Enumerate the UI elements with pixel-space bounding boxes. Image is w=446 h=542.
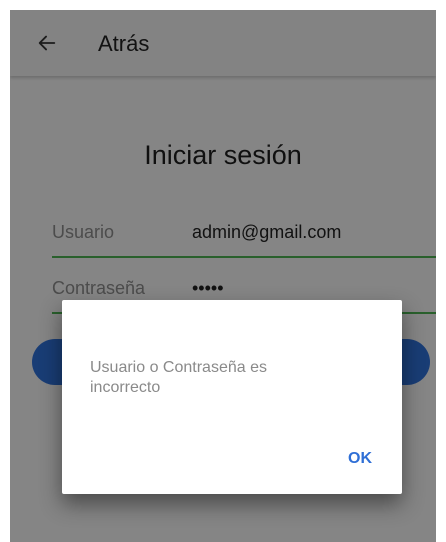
- error-dialog: Usuario o Contraseña es incorrecto OK: [62, 300, 402, 494]
- login-screen: Atrás Iniciar sesión Usuario admin@gmail…: [10, 10, 436, 542]
- dialog-message: Usuario o Contraseña es incorrecto: [90, 359, 267, 396]
- ok-button[interactable]: OK: [348, 450, 372, 468]
